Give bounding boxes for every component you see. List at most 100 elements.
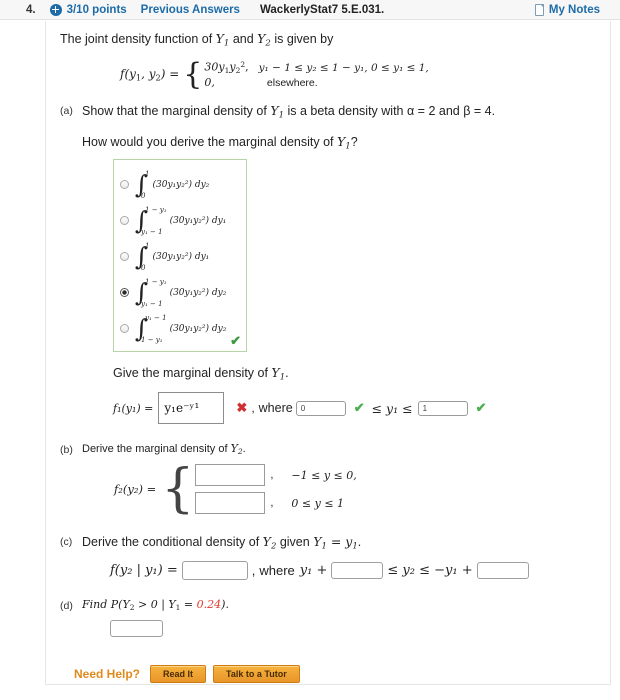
previous-answers-link[interactable]: Previous Answers: [141, 4, 240, 16]
joint-density-case2-condition: elsewhere.: [266, 77, 318, 90]
joint-density-formula: f(y1, y2) = { 30y1y22, y₁ − 1 ≤ y₂ ≤ 1 −…: [120, 60, 596, 89]
part-c-title-p4: .: [357, 535, 362, 550]
integral-expression-4: ∫ 1 − y₁ y₁ − 1 (30y₁y₂²) dy₂: [135, 278, 226, 308]
integrand-1: (30y₁y₂²) dy₂: [152, 179, 210, 190]
joint-density-case2: 0,: [204, 76, 215, 90]
give-marginal-var: Y: [271, 364, 280, 380]
my-notes-label: My Notes: [548, 3, 600, 16]
book-reference-label: WackerlyStat7 5.E.031.: [259, 3, 385, 16]
part-a-answer-row: f₁(y₁) = y₁e⁻ʸ¹ ✖ , where 0 ✔ ≤ y₁ ≤ 1 ✔: [113, 392, 596, 425]
part-c-answer-row: f(y₂ | y₁) = , where y₁ + ≤ y₂ ≤ −y₁ +: [110, 560, 596, 580]
problem-intro: The joint density function of Y1 and Y2 …: [60, 31, 596, 48]
part-d-label: (d): [60, 599, 73, 612]
piecewise-brace: {: [183, 57, 203, 93]
integral-lower-limit-1: 0: [141, 191, 146, 200]
part-b-title: Derive the marginal density of Y2.: [82, 442, 596, 456]
part-b-title-p2: .: [242, 443, 246, 456]
integral-upper-limit-3: 1: [145, 241, 150, 250]
integral-upper-limit-1: 1: [145, 169, 150, 178]
part-c-upper-bound-input[interactable]: [476, 561, 529, 579]
part-b-label: (b): [60, 444, 73, 457]
integrand-3: (30y₁y₂²) dy₁: [152, 251, 210, 262]
part-a-title-p2: is a beta density with α = 2 and β = 4.: [284, 104, 496, 119]
integral-expression-5: ∫ y₁ − 1 1 − y₁ (30y₁y₂²) dy₂: [135, 313, 226, 344]
part-b-function-label: f₂(y₂) =: [114, 482, 157, 497]
read-it-button[interactable]: Read It: [150, 664, 207, 683]
problem-intro-var1: Y: [215, 31, 224, 46]
part-a-title-var: Y: [270, 103, 279, 119]
integral-lower-limit-3: 0: [141, 263, 146, 272]
part-c-title-p2: given: [276, 535, 314, 550]
part-b-row1-condition: −1 ≤ y ≤ 0,: [291, 468, 357, 482]
part-d-title-p1: Find P(Y: [82, 597, 130, 611]
part-a-inequality-label: ≤ y₁ ≤: [371, 400, 413, 416]
my-notes-button[interactable]: My Notes: [534, 3, 600, 16]
part-c-lower-bound-input[interactable]: [331, 561, 384, 579]
give-marginal-p1: Give the marginal density of: [113, 365, 272, 380]
question-header: 4. 3/10 points Previous Answers Wackerly…: [0, 0, 620, 20]
document-icon: [534, 3, 544, 16]
part-c-label: (c): [60, 536, 73, 549]
part-a-upper-correct-icon: ✔: [475, 400, 487, 416]
problem-intro-part2: and: [229, 32, 258, 46]
part-b-row1-input[interactable]: [195, 464, 266, 487]
part-b-piecewise: f₂(y₂) = { , −1 ≤ y ≤ 0, , 0 ≤ y ≤ 1: [114, 458, 596, 519]
integral-upper-limit-5: y₁ − 1: [145, 313, 167, 322]
radio-option-3[interactable]: ∫ 1 0 (30y₁y₂²) dy₁: [120, 239, 240, 275]
integral-expression-1: ∫ 1 0 (30y₁y₂²) dy₂: [135, 169, 210, 200]
part-a-answer-input[interactable]: y₁e⁻ʸ¹: [158, 392, 225, 425]
part-d-title-p2: > 0 | Y: [134, 597, 176, 611]
part-c-inequality-label: ≤ y₂ ≤ −y₁ +: [387, 562, 473, 578]
part-b-row2-comma: ,: [270, 497, 274, 510]
give-marginal-p2: .: [285, 365, 289, 380]
part-a-give-marginal: Give the marginal density of Y1.: [113, 365, 596, 382]
part-c-title-p1: Derive the conditional density of: [82, 535, 263, 550]
part-c-comma: ,: [251, 562, 256, 578]
part-a-lower-bound-input[interactable]: 0: [295, 400, 346, 416]
problem-intro-part3: is given by: [270, 32, 334, 46]
radio-button-1[interactable]: [120, 180, 129, 190]
integral-expression-3: ∫ 1 0 (30y₁y₂²) dy₁: [135, 241, 210, 272]
part-a-answer-incorrect-icon: ✖: [236, 400, 248, 416]
points-label: 3/10 points: [66, 3, 127, 16]
radio-option-1[interactable]: ∫ 1 0 (30y₁y₂²) dy₂: [120, 167, 240, 203]
part-a-upper-bound-input[interactable]: 1: [417, 400, 468, 416]
part-a-question-p2: ?: [350, 134, 358, 149]
joint-density-label: f(y1, y2) =: [120, 67, 180, 83]
part-d-answer-input[interactable]: [110, 619, 163, 637]
integrand-2: (30y₁y₂²) dy₁: [169, 215, 227, 226]
part-c-answer-input[interactable]: [181, 560, 248, 580]
part-b-title-p1: Derive the marginal density of: [82, 443, 231, 456]
part-a-label: (a): [60, 105, 73, 118]
integral-expression-2: ∫ 1 − y₁ y₁ − 1 (30y₁y₂²) dy₁: [135, 206, 227, 236]
plus-circle-icon: [49, 3, 62, 16]
need-help-section: Need Help? Read It Talk to a Tutor: [74, 664, 596, 683]
part-b-row2-condition: 0 ≤ y ≤ 1: [291, 496, 345, 510]
part-d-title-p3: =: [180, 597, 197, 611]
options-correct-checkmark: ✔: [230, 332, 241, 348]
talk-to-tutor-button[interactable]: Talk to a Tutor: [213, 664, 300, 683]
part-b-brace: {: [161, 458, 195, 519]
radio-button-4[interactable]: [120, 288, 129, 298]
part-d: (d) Find P(Y2 > 0 | Y1 = 0.24).: [60, 598, 596, 637]
joint-density-case1: 30y1y22,: [204, 60, 249, 76]
part-b-row1-comma: ,: [270, 469, 274, 482]
part-a-title-p1: Show that the marginal density of: [82, 104, 271, 119]
need-help-label: Need Help?: [74, 666, 141, 681]
radio-option-5[interactable]: ∫ y₁ − 1 1 − y₁ (30y₁y₂²) dy₂: [120, 311, 240, 347]
radio-option-2[interactable]: ∫ 1 − y₁ y₁ − 1 (30y₁y₂²) dy₁: [120, 203, 240, 239]
part-c-function-label: f(y₂ | y₁) =: [110, 562, 178, 578]
integral-lower-limit-4: y₁ − 1: [141, 299, 163, 308]
integral-lower-limit-2: y₁ − 1: [141, 227, 163, 236]
radio-button-3[interactable]: [120, 252, 129, 262]
radio-button-2[interactable]: [120, 216, 129, 226]
question-number: 4.: [26, 3, 36, 16]
part-a-question: How would you derive the marginal densit…: [82, 134, 596, 151]
part-d-title: Find P(Y2 > 0 | Y1 = 0.24).: [82, 598, 596, 612]
part-c-where-label: where: [259, 562, 295, 578]
part-b-row2-input[interactable]: [195, 492, 266, 515]
part-a-where-label: where: [258, 401, 293, 416]
integral-lower-limit-5: 1 − y₁: [141, 335, 163, 344]
radio-option-4[interactable]: ∫ 1 − y₁ y₁ − 1 (30y₁y₂²) dy₂: [120, 275, 240, 311]
radio-button-5[interactable]: [120, 324, 129, 334]
